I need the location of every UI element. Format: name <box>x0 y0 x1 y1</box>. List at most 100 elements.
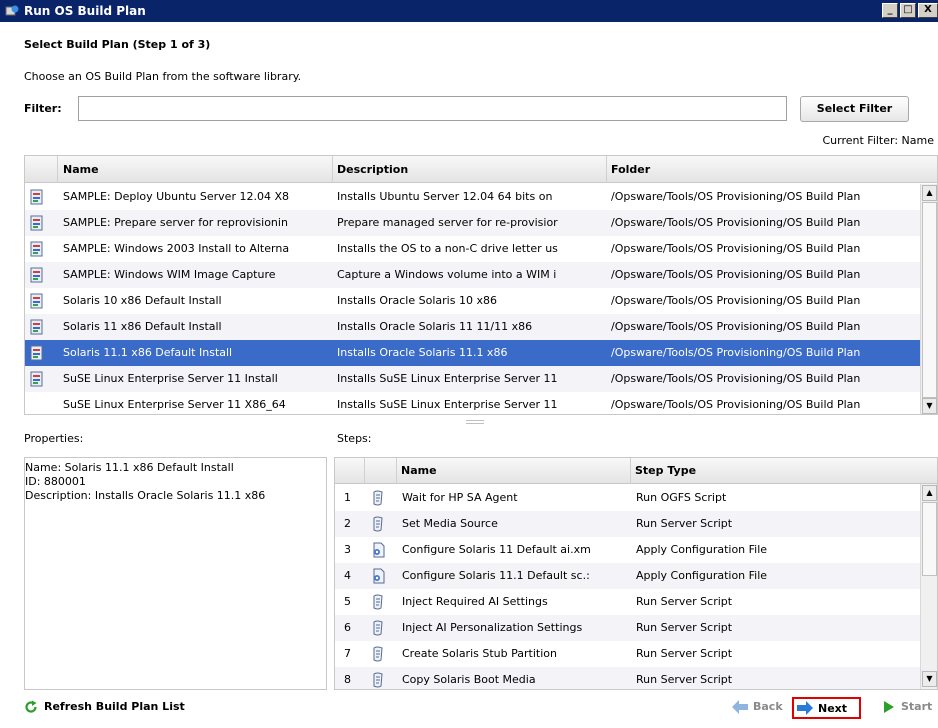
plans-scrollbar[interactable]: ▲ ▼ <box>920 184 937 414</box>
cell-description: Installs the OS to a non-C drive letter … <box>337 242 558 255</box>
step-number: 5 <box>344 595 351 608</box>
build-plan-table: Name Description Folder SAMPLE: Deploy U… <box>24 155 938 415</box>
step-row[interactable]: 3 Configure Solaris 11 Default ai.xm Apply… <box>335 537 921 563</box>
scroll-down-arrow-icon[interactable]: ▼ <box>922 398 937 414</box>
build-plan-icon <box>30 215 43 231</box>
scroll-down-arrow-icon[interactable]: ▼ <box>922 671 937 687</box>
step-type: Run Server Script <box>636 621 733 634</box>
step-name: Set Media Source <box>402 517 498 530</box>
build-plan-icon <box>30 293 43 309</box>
step-number: 4 <box>344 569 351 582</box>
next-arrow-icon <box>797 701 813 715</box>
step-type: Run Server Script <box>636 673 733 686</box>
scrollbar-thumb[interactable] <box>922 502 937 576</box>
script-icon <box>373 516 383 532</box>
step-row[interactable]: 7 Create Solaris Stub Partition Run Server… <box>335 641 921 667</box>
table-row[interactable]: SAMPLE: Deploy Ubuntu Server 12.04 X8 Ins… <box>25 184 921 210</box>
step-type: Run Server Script <box>636 595 733 608</box>
table-row[interactable]: SAMPLE: Prepare server for reprovisionin… <box>25 210 921 236</box>
step-number: 2 <box>344 517 351 530</box>
cell-description: Capture a Windows volume into a WIM i <box>337 268 557 281</box>
back-arrow-icon <box>732 700 748 714</box>
step-name: Configure Solaris 11.1 Default sc.: <box>402 569 590 582</box>
step-row[interactable]: 6 Inject AI Personalization Settings Run S… <box>335 615 921 641</box>
script-icon <box>373 490 383 506</box>
cell-name: Solaris 11.1 x86 Default Install <box>63 346 233 359</box>
step-name: Copy Solaris Boot Media <box>402 673 536 686</box>
step-name: Inject AI Personalization Settings <box>402 621 583 634</box>
title-bar: Run OS Build Plan _ □ X <box>0 0 938 22</box>
table-row[interactable]: SuSE Linux Enterprise Server 11 X86_64 In… <box>25 392 921 414</box>
step-number: 6 <box>344 621 351 634</box>
scrollbar-thumb[interactable] <box>922 202 937 398</box>
cell-folder: /Opsware/Tools/OS Provisioning/OS Build … <box>611 372 861 385</box>
start-label: Start <box>901 700 933 713</box>
step-number: 1 <box>344 491 351 504</box>
script-icon <box>373 594 383 610</box>
step-row[interactable]: 8 Copy Solaris Boot Media Run Server Scrip… <box>335 667 921 689</box>
build-plan-icon <box>30 189 43 205</box>
property-description: Description: Installs Oracle Solaris 11.… <box>25 489 266 502</box>
step-row[interactable]: 2 Set Media Source Run Server Script <box>335 511 921 537</box>
cell-description: Installs Oracle Solaris 11 11/11 x86 <box>337 320 533 333</box>
cell-name: Solaris 10 x86 Default Install <box>63 294 222 307</box>
back-label: Back <box>753 700 783 713</box>
column-header-description[interactable]: Description <box>333 156 607 183</box>
steps-scrollbar[interactable]: ▲ ▼ <box>920 484 937 689</box>
step-instructions: Choose an OS Build Plan from the softwar… <box>24 70 302 83</box>
next-label: Next <box>818 702 848 715</box>
build-plan-icon <box>30 267 43 283</box>
cell-name: SAMPLE: Deploy Ubuntu Server 12.04 X8 <box>63 190 289 203</box>
step-icon-column-header <box>365 458 397 484</box>
maximize-button[interactable]: □ <box>900 3 916 18</box>
next-button[interactable]: Next <box>792 697 861 719</box>
icon-column-header <box>25 156 58 183</box>
minimize-button[interactable]: _ <box>882 3 898 18</box>
cell-description: Installs SuSE Linux Enterprise Server 11 <box>337 372 558 385</box>
step-row[interactable]: 5 Inject Required AI Settings Run Server S… <box>335 589 921 615</box>
select-filter-button[interactable]: Select Filter <box>800 96 909 122</box>
property-id: ID: 880001 <box>25 475 86 488</box>
step-column-header-type[interactable]: Step Type <box>631 458 921 484</box>
step-name: Inject Required AI Settings <box>402 595 548 608</box>
column-header-folder[interactable]: Folder <box>607 156 921 183</box>
column-header-name[interactable]: Name <box>58 156 333 183</box>
build-plan-icon <box>30 241 43 257</box>
cell-description: Installs Oracle Solaris 11.1 x86 <box>337 346 508 359</box>
script-icon <box>373 672 383 688</box>
cell-folder: /Opsware/Tools/OS Provisioning/OS Build … <box>611 294 861 307</box>
back-button[interactable]: Back <box>729 697 783 719</box>
table-row[interactable]: SAMPLE: Windows WIM Image Capture Capture… <box>25 262 921 288</box>
table-row[interactable]: Solaris 11 x86 Default Install Installs O… <box>25 314 921 340</box>
cell-description: Installs Ubuntu Server 12.04 64 bits on <box>337 190 553 203</box>
step-row[interactable]: 4 Configure Solaris 11.1 Default sc.: Appl… <box>335 563 921 589</box>
step-column-header-name[interactable]: Name <box>397 458 631 484</box>
table-row[interactable]: SuSE Linux Enterprise Server 11 Install I… <box>25 366 921 392</box>
steps-table: Name Step Type 1 Wait for HP SA Agent Run … <box>334 457 938 690</box>
step-row[interactable]: 1 Wait for HP SA Agent Run OGFS Script <box>335 485 921 511</box>
steps-label: Steps: <box>337 432 372 445</box>
start-button[interactable]: Start <box>877 697 932 719</box>
step-heading: Select Build Plan (Step 1 of 3) <box>24 38 211 51</box>
cell-name: SAMPLE: Prepare server for reprovisionin <box>63 216 288 229</box>
table-row[interactable]: Solaris 11.1 x86 Default Install Installs… <box>25 340 921 366</box>
close-button[interactable]: X <box>918 3 938 18</box>
scroll-up-arrow-icon[interactable]: ▲ <box>922 485 937 501</box>
table-row[interactable]: SAMPLE: Windows 2003 Install to Alterna I… <box>25 236 921 262</box>
script-icon <box>373 646 383 662</box>
step-type: Run OGFS Script <box>636 491 727 504</box>
filter-input[interactable] <box>78 96 787 121</box>
current-filter-text: Current Filter: Name <box>822 134 934 147</box>
pane-splitter[interactable] <box>466 420 484 424</box>
step-type: Run Server Script <box>636 517 733 530</box>
properties-label: Properties: <box>24 432 84 445</box>
cell-name: SuSE Linux Enterprise Server 11 X86_64 <box>63 398 286 411</box>
property-name: Name: Solaris 11.1 x86 Default Install <box>25 461 234 474</box>
step-number: 3 <box>344 543 351 556</box>
cell-name: SAMPLE: Windows WIM Image Capture <box>63 268 276 281</box>
scroll-up-arrow-icon[interactable]: ▲ <box>922 185 937 201</box>
properties-panel: Name: Solaris 11.1 x86 Default Install I… <box>24 457 327 690</box>
step-name: Configure Solaris 11 Default ai.xm <box>402 543 591 556</box>
refresh-icon <box>25 700 37 713</box>
table-row[interactable]: Solaris 10 x86 Default Install Installs O… <box>25 288 921 314</box>
